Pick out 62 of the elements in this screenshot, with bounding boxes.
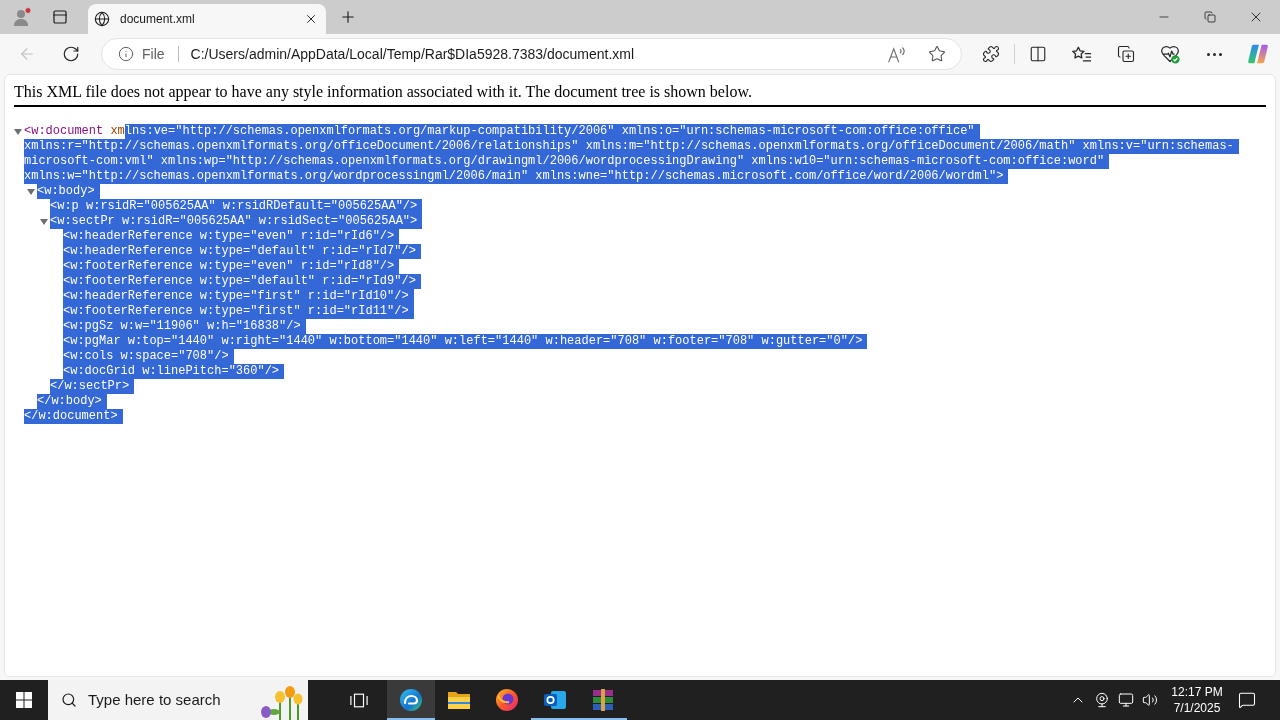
- info-icon: [118, 46, 134, 62]
- collections-icon: [1117, 45, 1135, 63]
- selected-xml-text: <w:pgSz w:w="11906" w:h="16838"/>: [63, 319, 306, 334]
- browser-tab[interactable]: document.xml: [88, 4, 326, 34]
- globe-icon: [94, 11, 110, 27]
- selected-xml-text: <w:p w:rsidR="005625AA" w:rsidRDefault="005625AA"/>: [50, 199, 423, 214]
- plus-icon: [339, 8, 357, 26]
- split-screen-icon: [1029, 45, 1047, 63]
- selected-xml-text: lns:ve="http://schemas.openxmlformats.org/markup-compatibility/2006" xmlns:o="urn:schemas-microsoft-com:office:office": [124, 124, 980, 139]
- search-field[interactable]: Type here to search: [88, 689, 238, 711]
- person-avatar-icon: [12, 7, 32, 27]
- url-text[interactable]: C:/Users/admin/AppData/Local/Temp/Rar$DIa5928.7383/document.xml: [190, 43, 883, 65]
- xml-code-text: <w:document xm: [24, 124, 125, 139]
- grid-logo-icon: [16, 692, 32, 708]
- selected-xml-text: </w:sectPr>: [50, 379, 135, 394]
- selected-xml-text: <w:sectPr w:rsidR="005625AA" w:rsidSect="005625AA">: [50, 214, 423, 229]
- xml-style-notice: This XML file does not appear to have any style information associated with it. The document tree is shown below.: [14, 83, 752, 100]
- selected-xml-text: <w:body>: [37, 184, 100, 199]
- search-box[interactable]: Type here to search: [48, 680, 308, 720]
- mail-app-icon: [543, 688, 567, 712]
- notification-icon: [1238, 691, 1256, 709]
- orb-app-icon: [495, 688, 519, 712]
- heart-pulse-check-icon: [1160, 44, 1180, 64]
- address-bar[interactable]: File C:/Users/admin/AppData/Local/Temp/Rar$DIa5928.7383/document.xml: [101, 38, 962, 70]
- app-logo-icon: [1247, 43, 1269, 65]
- selected-xml-text: <w:footerReference w:type="first" r:id="rId11"/>: [63, 304, 414, 319]
- books-app-icon: [591, 688, 615, 712]
- selected-xml-text: <w:headerReference w:type="default" r:id="rId7"/>: [63, 244, 421, 259]
- selected-xml-text: <w:docGrid w:linePitch="360"/>: [63, 364, 285, 379]
- disclosure-triangle-icon[interactable]: [14, 127, 22, 136]
- more-icon: [1206, 52, 1222, 56]
- swirl-app-icon: [399, 688, 423, 712]
- selected-xml-text: xmlns:r="http://schemas.openxmlformats.org/officeDocument/2006/relationships" xmlns:m="http://schemas.openxmlformats.org/officeDocument/2006/math" xmlns:v="urn:schemas-: [24, 139, 1239, 154]
- webcam-icon: [1094, 692, 1110, 708]
- panel-icon: [52, 9, 68, 25]
- disclosure-triangle-icon[interactable]: [40, 217, 48, 226]
- clock-date: 7/1/2025: [1173, 700, 1221, 716]
- selected-xml-text: <w:cols w:space="708"/>: [63, 349, 234, 364]
- selected-xml-text: <w:footerReference w:type="even" r:id="rId8"/>: [63, 259, 400, 274]
- selected-xml-text: </w:document>: [24, 409, 123, 424]
- selected-xml-text: <w:headerReference w:type="first" r:id="rId10"/>: [63, 289, 414, 304]
- window-stack-icon: [350, 692, 368, 708]
- selected-xml-text: <w:headerReference w:type="even" r:id="rId6"/>: [63, 229, 400, 244]
- read-aloud-icon: [888, 45, 906, 63]
- star-list-icon: [1072, 45, 1092, 63]
- refresh-icon: [62, 45, 80, 63]
- puzzle-icon: [982, 45, 1000, 63]
- search-icon: [61, 692, 77, 708]
- selected-xml-text: <w:footerReference w:type="default" r:id="rId9"/>: [63, 274, 421, 289]
- selected-xml-text: xmlns:w="http://schemas.openxmlformats.org/wordprocessingml/2006/main" xmlns:wne="http://schemas.microsoft.com/office/word/2006/wordml">: [24, 169, 1009, 184]
- clock-time: 12:17 PM: [1171, 684, 1223, 700]
- selected-xml-text: <w:pgMar w:top="1440" w:right="1440" w:bottom="1440" w:left="1440" w:header="708" w:footer="708" w:gutter="0"/>: [63, 334, 868, 349]
- selected-xml-text: microsoft-com:vml" xmlns:wp="http://schemas.openxmlformats.org/drawingml/2006/wordprocessingDrawing" xmlns:w10="urn:schemas-microsoft-com:office:word": [24, 154, 1110, 169]
- disclosure-triangle-icon[interactable]: [27, 187, 35, 196]
- selected-xml-text: </w:body>: [37, 394, 107, 409]
- restore-icon: [1204, 11, 1216, 23]
- star-icon: [928, 45, 946, 63]
- monitor-icon: [1118, 692, 1134, 708]
- close-icon: [304, 12, 318, 26]
- site-info-button[interactable]: File: [112, 41, 171, 67]
- speaker-icon: [1142, 692, 1158, 708]
- taskbar-app-button[interactable]: [387, 680, 435, 720]
